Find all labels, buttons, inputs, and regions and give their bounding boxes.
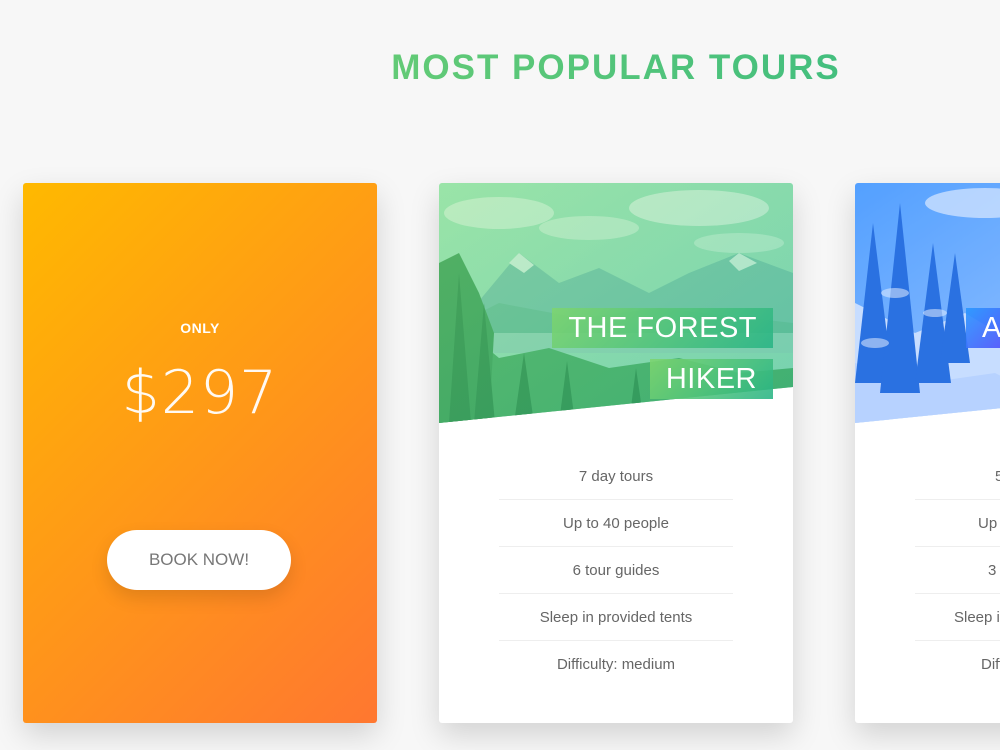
detail-item: Sleep in provided tents xyxy=(499,594,733,641)
price-only-label: ONLY xyxy=(180,320,220,336)
detail-item: Difficulty: medium xyxy=(556,656,676,673)
page: MOST POPULAR TOURS ONLY $297 BOOK NOW! T… xyxy=(0,0,1000,750)
tour-card-snow-adventurer[interactable]: A 5 Up 3 Sleep i Diffi xyxy=(855,183,1000,723)
detail-item: 3 xyxy=(915,547,1000,594)
price-value: $297 xyxy=(121,358,279,428)
card-heading: A xyxy=(966,303,1000,354)
detail-item: Up to 40 people xyxy=(499,500,733,547)
card-heading: THE FOREST HIKER xyxy=(552,303,773,405)
detail-item: 7 day tours xyxy=(499,453,733,500)
book-now-button[interactable]: BOOK NOW! xyxy=(107,530,291,590)
tour-card-back[interactable]: ONLY $297 BOOK NOW! xyxy=(23,183,377,723)
detail-item: Sleep i xyxy=(915,594,1000,641)
detail-item: Diffi xyxy=(981,656,1000,673)
card-heading-line-2: HIKER xyxy=(649,358,773,399)
card-heading-line-1: A xyxy=(966,308,1000,348)
detail-item: 5 xyxy=(915,453,1000,500)
section-title: MOST POPULAR TOURS xyxy=(0,48,1000,88)
card-heading-line-1: THE FOREST xyxy=(552,308,773,348)
detail-item: Up xyxy=(915,500,1000,547)
tour-details-list: 7 day tours Up to 40 people 6 tour guide… xyxy=(499,453,733,687)
tour-details-list: 5 Up 3 Sleep i Diffi xyxy=(915,453,1000,687)
tour-card-forest-hiker[interactable]: THE FOREST HIKER 7 day tours Up to 40 pe… xyxy=(439,183,793,723)
price-box: ONLY $297 xyxy=(23,320,377,428)
detail-item: 6 tour guides xyxy=(499,547,733,594)
